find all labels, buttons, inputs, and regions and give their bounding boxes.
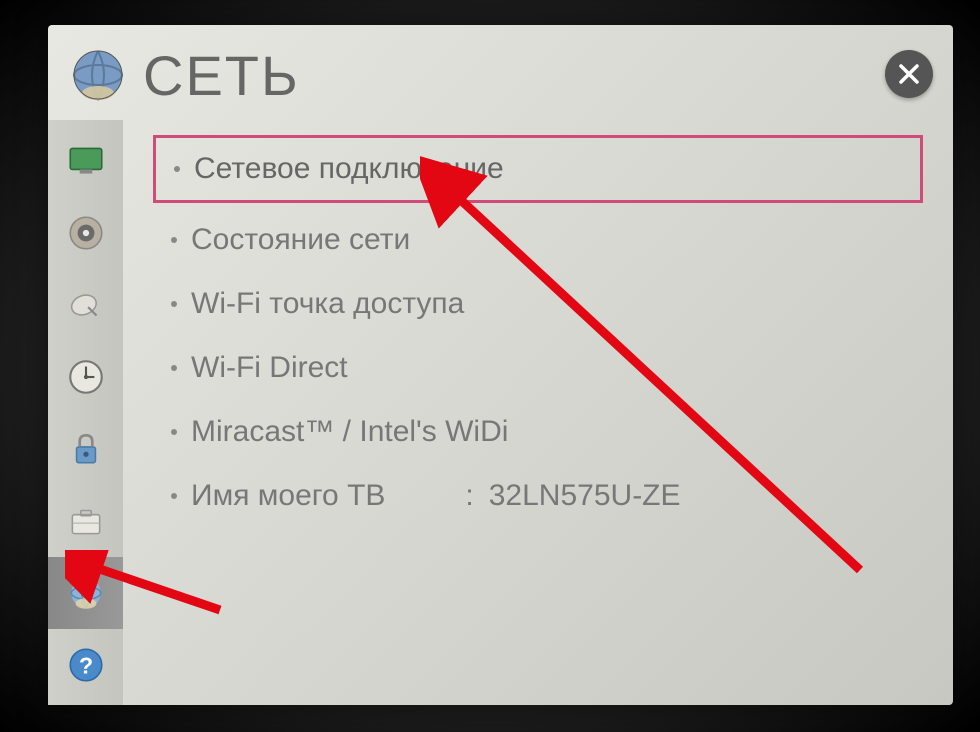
- close-icon: [897, 62, 921, 86]
- menu-item-miracast[interactable]: Miracast™ / Intel's WiDi: [153, 401, 923, 463]
- sidebar-item-lock[interactable]: [48, 413, 123, 485]
- sidebar-item-support[interactable]: ?: [48, 629, 123, 701]
- bullet-icon: [171, 301, 177, 307]
- menu-label: Имя моего ТВ: [191, 479, 385, 513]
- tv-name-value: 32LN575U-ZE: [489, 479, 681, 513]
- bullet-icon: [171, 237, 177, 243]
- sidebar: ?: [48, 120, 123, 705]
- header: СЕТЬ: [48, 25, 953, 120]
- bullet-icon: [174, 166, 180, 172]
- monitor-icon: [65, 140, 107, 182]
- menu-item-tv-name[interactable]: Имя моего ТВ : 32LN575U-ZE: [153, 465, 923, 527]
- sidebar-item-network[interactable]: [48, 557, 123, 629]
- sidebar-item-picture[interactable]: [48, 125, 123, 197]
- menu-item-network-connection[interactable]: Сетевое подключение: [153, 135, 923, 203]
- settings-screen: СЕТЬ: [48, 25, 953, 705]
- satellite-icon: [65, 284, 107, 326]
- main-content: Сетевое подключение Состояние сети Wi-Fi…: [123, 120, 953, 705]
- separator: :: [465, 479, 473, 513]
- menu-item-network-status[interactable]: Состояние сети: [153, 209, 923, 271]
- sidebar-item-sound[interactable]: [48, 197, 123, 269]
- sidebar-item-channel[interactable]: [48, 269, 123, 341]
- menu-label: Сетевое подключение: [194, 152, 504, 186]
- svg-text:?: ?: [78, 652, 92, 678]
- sidebar-item-time[interactable]: [48, 341, 123, 413]
- question-icon: ?: [65, 644, 107, 686]
- menu-label: Wi-Fi Direct: [191, 351, 348, 385]
- sidebar-item-option[interactable]: [48, 485, 123, 557]
- menu-item-wifi-direct[interactable]: Wi-Fi Direct: [153, 337, 923, 399]
- bullet-icon: [171, 429, 177, 435]
- menu-item-wifi-ap[interactable]: Wi-Fi точка доступа: [153, 273, 923, 335]
- menu-label: Wi-Fi точка доступа: [191, 287, 464, 321]
- close-button[interactable]: [885, 50, 933, 98]
- clock-icon: [65, 356, 107, 398]
- content-area: ? Сетевое подключение Состояние сети Wi-…: [48, 120, 953, 705]
- network-globe-icon: [68, 45, 128, 105]
- briefcase-icon: [65, 500, 107, 542]
- speaker-icon: [65, 212, 107, 254]
- bullet-icon: [171, 493, 177, 499]
- menu-label: Miracast™ / Intel's WiDi: [191, 415, 508, 449]
- globe-icon: [65, 572, 107, 614]
- lock-icon: [65, 428, 107, 470]
- page-title: СЕТЬ: [143, 43, 300, 108]
- menu-label: Состояние сети: [191, 223, 410, 257]
- bullet-icon: [171, 365, 177, 371]
